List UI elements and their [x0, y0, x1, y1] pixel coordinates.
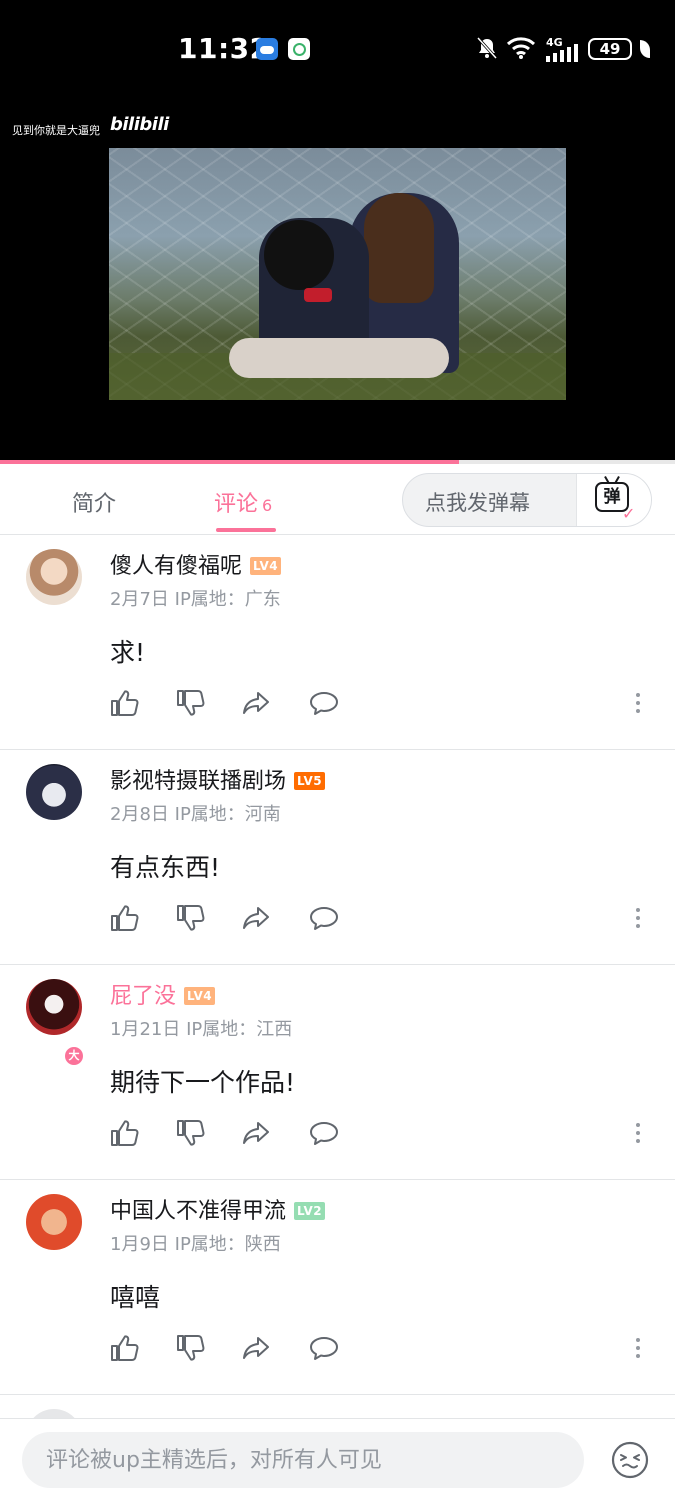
video-player[interactable]: 11:32 4G 49 见到你就是大逼兜 bilibili: [0, 0, 675, 460]
comment-meta: 2月7日 IP属地：广东: [110, 585, 281, 611]
comment-item-partial: [0, 1395, 675, 1418]
comment-item: 大 屁了没 LV4 1月21日 IP属地：江西 期待下一个作品!: [0, 965, 675, 1180]
comment-text: 期待下一个作品!: [110, 1068, 296, 1097]
status-bar: 11:32 4G 49: [0, 0, 675, 100]
comment-list[interactable]: 傻人有傻福呢 LV4 2月7日 IP属地：广东 求! 影视特摄联播剧场 LV5 2月…: [0, 535, 675, 1418]
thumbs-down-icon[interactable]: [174, 1332, 206, 1364]
comment-date: 2月7日: [110, 589, 169, 610]
avatar[interactable]: [26, 979, 82, 1035]
level-badge: LV4: [184, 987, 216, 1005]
ip-location: IP属地：河南: [174, 804, 281, 825]
uploader-watermark: 见到你就是大逼兜: [12, 124, 100, 137]
username[interactable]: 影视特摄联播剧场: [110, 769, 286, 794]
bilibili-logo: bilibili: [110, 114, 169, 135]
vip-badge: 大: [63, 1045, 85, 1067]
danmaku-input[interactable]: 点我发弹幕 弹 ✓: [402, 473, 652, 527]
comment-item: 影视特摄联播剧场 LV5 2月8日 IP属地：河南 有点东西!: [0, 750, 675, 965]
search-app-icon: [288, 38, 310, 60]
username[interactable]: 屁了没: [110, 984, 176, 1009]
comment-date: 1月21日: [110, 1019, 181, 1040]
level-badge: LV5: [294, 772, 326, 790]
video-frame[interactable]: [109, 148, 566, 400]
avatar[interactable]: [26, 549, 82, 605]
comment-meta: 2月8日 IP属地：河南: [110, 800, 281, 826]
cloud-app-icon: [256, 38, 278, 60]
thumbs-up-icon[interactable]: [108, 902, 140, 934]
username[interactable]: 傻人有傻福呢: [110, 554, 242, 579]
thumbs-down-icon[interactable]: [174, 687, 206, 719]
comment-text: 求!: [110, 638, 146, 667]
share-icon[interactable]: [240, 1117, 272, 1149]
battery-indicator: 49: [588, 38, 632, 60]
thumbs-up-icon[interactable]: [108, 1332, 140, 1364]
comment-meta: 1月21日 IP属地：江西: [110, 1015, 292, 1041]
reply-bubble-icon[interactable]: [308, 902, 340, 934]
comment-actions: [108, 1117, 668, 1153]
more-vertical-icon[interactable]: [628, 687, 648, 719]
tab-comments-label: 评论: [214, 492, 259, 517]
comment-item: 傻人有傻福呢 LV4 2月7日 IP属地：广东 求!: [0, 535, 675, 750]
level-badge: LV2: [294, 1202, 326, 1220]
comment-username-row[interactable]: 傻人有傻福呢 LV4: [110, 548, 282, 580]
comment-actions: [108, 687, 668, 723]
thumbs-down-icon[interactable]: [174, 902, 206, 934]
thumbs-up-icon[interactable]: [108, 1117, 140, 1149]
comment-meta: 1月9日 IP属地：陕西: [110, 1230, 281, 1256]
username[interactable]: 中国人不准得甲流: [110, 1199, 286, 1224]
danmaku-placeholder: 点我发弹幕: [425, 491, 530, 515]
emoji-icon[interactable]: [611, 1441, 649, 1479]
avatar[interactable]: [26, 1409, 82, 1418]
thumbs-up-icon[interactable]: [108, 687, 140, 719]
tab-intro[interactable]: 简介: [72, 486, 116, 518]
wifi-icon: [506, 36, 536, 60]
comment-text: 有点东西!: [110, 853, 221, 882]
avatar[interactable]: [26, 1194, 82, 1250]
share-icon[interactable]: [240, 1332, 272, 1364]
comment-date: 1月9日: [110, 1234, 169, 1255]
comment-input[interactable]: [22, 1432, 584, 1488]
reply-bubble-icon[interactable]: [308, 687, 340, 719]
active-tab-indicator: [216, 528, 276, 532]
level-badge: LV4: [250, 557, 282, 575]
signal-icon: [546, 44, 580, 62]
ip-location: IP属地：陕西: [174, 1234, 281, 1255]
tab-bar: 简介 评论 6 点我发弹幕 弹 ✓: [0, 464, 675, 535]
leaf-icon: [640, 40, 650, 58]
comment-username-row[interactable]: 屁了没 LV4: [110, 978, 216, 1010]
muted-bell-icon: [476, 36, 498, 66]
comment-date: 2月8日: [110, 804, 169, 825]
comment-bar: [0, 1418, 675, 1501]
comment-actions: [108, 1332, 668, 1368]
comment-actions: [108, 902, 668, 938]
comment-text: 嘻嘻: [110, 1283, 161, 1312]
danmaku-toggle-button[interactable]: 弹 ✓: [576, 474, 651, 526]
reply-bubble-icon[interactable]: [308, 1332, 340, 1364]
share-icon[interactable]: [240, 902, 272, 934]
check-icon: ✓: [622, 504, 636, 523]
comment-item: 中国人不准得甲流 LV2 1月9日 IP属地：陕西 嘻嘻: [0, 1180, 675, 1395]
avatar[interactable]: [26, 764, 82, 820]
ip-location: IP属地：广东: [174, 589, 281, 610]
thumbs-down-icon[interactable]: [174, 1117, 206, 1149]
more-vertical-icon[interactable]: [628, 1332, 648, 1364]
comment-username-row[interactable]: 中国人不准得甲流 LV2: [110, 1193, 326, 1225]
comment-count: 6: [262, 496, 273, 515]
share-icon[interactable]: [240, 687, 272, 719]
comment-username-row[interactable]: 影视特摄联播剧场 LV5: [110, 763, 326, 795]
tab-comments[interactable]: 评论 6: [214, 486, 272, 518]
reply-bubble-icon[interactable]: [308, 1117, 340, 1149]
ip-location: IP属地：江西: [186, 1019, 293, 1040]
more-vertical-icon[interactable]: [628, 1117, 648, 1149]
more-vertical-icon[interactable]: [628, 902, 648, 934]
